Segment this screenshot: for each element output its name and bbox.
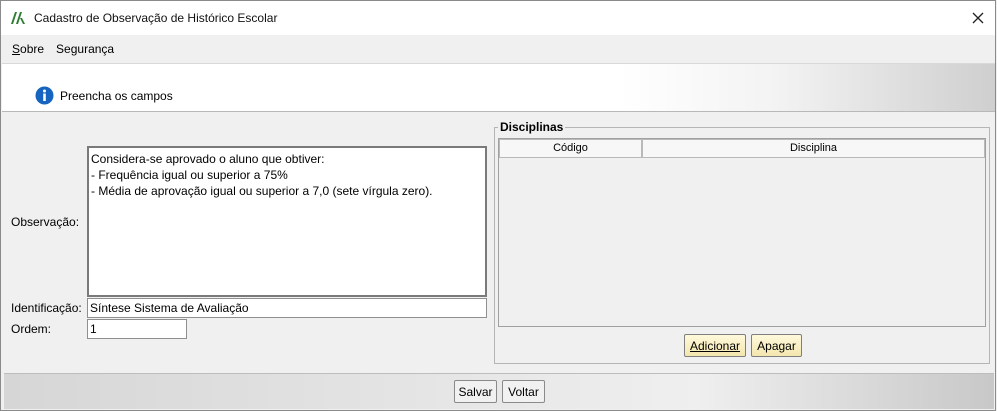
adicionar-button[interactable]: Adicionar [684,334,746,357]
disciplinas-grid[interactable]: Código Disciplina [498,138,986,327]
info-message: Preencha os campos [60,89,173,103]
ordem-label: Ordem: [11,322,52,336]
title-bar: Cadastro de Observação de Histórico Esco… [1,1,995,35]
observacao-label: Observação: [11,215,80,229]
column-header-disciplina[interactable]: Disciplina [642,139,985,158]
adicionar-label: Adicionar [689,338,741,353]
menu-bar: Sobre Segurança [1,36,995,62]
app-window: Cadastro de Observação de Histórico Esco… [0,0,996,411]
menu-sobre[interactable]: Sobre [7,42,49,56]
observacao-textarea[interactable]: Considera-se aprovado o aluno que obtive… [87,146,487,297]
header-banner: Preencha os campos [2,63,995,112]
identificacao-field[interactable]: Síntese Sistema de Avaliação [87,298,487,318]
close-button[interactable] [965,5,991,31]
info-icon [35,86,54,105]
ordem-field[interactable]: 1 [87,319,187,339]
menu-seguranca[interactable]: Segurança [51,42,119,56]
window-title: Cadastro de Observação de Histórico Esco… [34,11,278,25]
app-logo-icon [11,12,25,24]
close-icon [972,12,984,24]
apagar-button[interactable]: Apagar [751,334,802,357]
voltar-button[interactable]: Voltar [502,380,545,403]
identificacao-label: Identificação: [11,301,82,315]
column-header-codigo[interactable]: Código [499,139,642,158]
voltar-label: Voltar [508,384,539,399]
salvar-label: Salvar [458,384,493,399]
disciplinas-title: Disciplinas [498,120,566,134]
footer-bar [4,373,994,409]
grid-header: Código Disciplina [499,139,985,159]
salvar-button[interactable]: Salvar [454,380,497,403]
apagar-label: Apagar [757,338,796,353]
